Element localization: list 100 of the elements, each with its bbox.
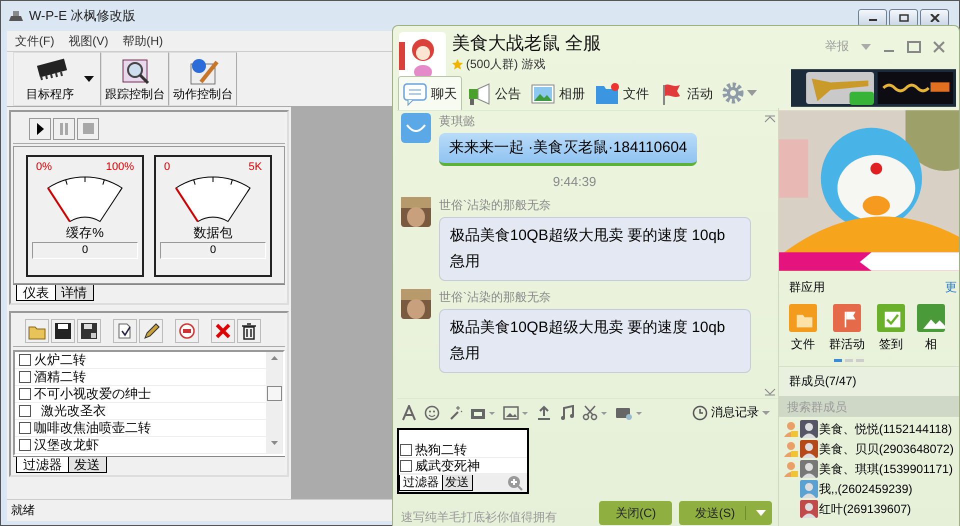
- image-icon[interactable]: [503, 404, 529, 420]
- toolbar-button[interactable]: 跟踪控制台: [101, 52, 169, 106]
- folder-icon[interactable]: [25, 318, 49, 342]
- music-note-icon[interactable]: [559, 404, 575, 420]
- checkbox[interactable]: [19, 388, 31, 400]
- checkbox[interactable]: [19, 422, 31, 434]
- members-header: 群成员(7/47): [779, 366, 959, 396]
- megaphone-icon: [467, 82, 491, 106]
- menu-item[interactable]: 帮助(H): [122, 32, 163, 50]
- app-icon: [7, 9, 25, 23]
- avatar: [800, 500, 818, 518]
- tab[interactable]: 公告: [462, 76, 526, 110]
- avatar: [401, 113, 431, 143]
- toolbar-button[interactable]: 动作控制台: [169, 52, 237, 106]
- scale-label: 100%: [106, 161, 134, 173]
- sender-name: 黄琪懿: [439, 113, 476, 130]
- trash-icon[interactable]: [237, 318, 261, 342]
- send-button[interactable]: 发送(S): [679, 501, 772, 525]
- app-button[interactable]: 签到: [877, 304, 905, 353]
- tab[interactable]: 详情: [54, 285, 94, 301]
- scrollbar[interactable]: [266, 352, 283, 454]
- tab[interactable]: 过滤器: [16, 457, 69, 473]
- gauge-value: 0: [160, 242, 266, 259]
- status-text: 就绪: [11, 502, 35, 519]
- tab[interactable]: 聊天: [398, 76, 462, 110]
- maximize-icon[interactable]: [907, 40, 921, 52]
- scissors-icon[interactable]: [582, 404, 608, 420]
- font-icon[interactable]: [401, 404, 417, 420]
- filter-label: 威武变死神: [415, 456, 480, 474]
- member-item[interactable]: 我,,(2602459239): [779, 479, 918, 499]
- member-item[interactable]: 红叶(269139607): [779, 499, 918, 519]
- gear-icon: [722, 82, 744, 104]
- maximize-icon: [898, 14, 908, 22]
- member-item[interactable]: 美食、悦悦(1152144118): [779, 419, 958, 439]
- checkbox[interactable]: [400, 444, 412, 456]
- filter-label: 汉堡改龙虾: [34, 436, 99, 454]
- scroll-down-icon[interactable]: [764, 388, 776, 396]
- more-link[interactable]: 更: [945, 279, 957, 296]
- sender-name: 世俗`沾染的那般无奈: [439, 197, 552, 214]
- scroll-thumb[interactable]: [267, 386, 282, 401]
- message-bubble: 极品美食10QB超级大甩卖 要的速度 10qb 急用: [439, 217, 751, 281]
- menu-item[interactable]: 文件(F): [15, 32, 54, 50]
- checkbox[interactable]: [19, 354, 31, 366]
- tab[interactable]: 过滤器: [399, 475, 443, 491]
- upload-icon[interactable]: [536, 404, 552, 420]
- avatar: [800, 460, 818, 478]
- menu-item[interactable]: 视图(V): [68, 32, 108, 50]
- close-icon[interactable]: [933, 40, 945, 52]
- app-button[interactable]: 文件: [789, 304, 817, 353]
- avatar: [800, 420, 818, 438]
- close-button[interactable]: 关闭(C): [599, 501, 672, 525]
- app-button[interactable]: 群活动: [829, 304, 865, 353]
- checkbox[interactable]: [19, 439, 31, 451]
- pause-icon: [58, 122, 70, 136]
- checkbox[interactable]: [19, 405, 31, 417]
- member-item[interactable]: 美食、琪琪(1539901171): [779, 459, 959, 479]
- tab[interactable]: 活动: [654, 76, 718, 110]
- stop-icon: [82, 122, 94, 136]
- section-title: 群应用: [789, 279, 825, 296]
- history-button[interactable]: 消息记录: [692, 404, 770, 421]
- checkmark-icon: [877, 304, 905, 332]
- avatar: [800, 480, 818, 498]
- window-title: W-P-E 冰枫修改版: [29, 7, 136, 25]
- close-icon: [930, 14, 940, 22]
- zoom-in-icon[interactable]: [507, 475, 523, 491]
- pencil-icon[interactable]: [139, 318, 163, 342]
- flag-icon: [833, 304, 861, 332]
- app-button[interactable]: 相: [917, 304, 945, 353]
- save-icon[interactable]: [51, 318, 75, 342]
- chat-bubble-icon: [403, 82, 427, 106]
- folder-icon: [789, 304, 817, 332]
- filter-label: 咖啡改焦油喷壶二转: [34, 419, 151, 437]
- sender-name: 世俗`沾染的那般无奈: [439, 289, 552, 306]
- filter-label: 不可小视改爱の绅士: [34, 385, 151, 403]
- folder-icon: [595, 82, 619, 106]
- checkbox[interactable]: [19, 371, 31, 383]
- toolbar-button[interactable]: 目标程序: [13, 52, 101, 106]
- tab[interactable]: 仪表: [16, 285, 56, 301]
- save-icon[interactable]: [77, 318, 101, 342]
- group-info: (500人群) 游戏: [466, 56, 546, 73]
- message-bubble: 来来来一起 ·美食灭老鼠·184110604: [439, 133, 698, 166]
- avatar: [401, 197, 431, 227]
- checkbox[interactable]: [400, 460, 412, 472]
- image-icon: [531, 82, 555, 106]
- tab[interactable]: 发送: [441, 475, 473, 491]
- gauge-label: 缓存%: [66, 224, 104, 242]
- smiley-icon[interactable]: [424, 404, 440, 420]
- filter-label: 热狗二转: [415, 440, 467, 458]
- message-bubble: 极品美食10QB超级大甩卖 要的速度 10qb 急用: [439, 309, 751, 373]
- delete-icon[interactable]: [211, 318, 235, 342]
- avatar: [401, 289, 431, 319]
- tab[interactable]: 发送: [67, 457, 107, 473]
- member-item[interactable]: 美食、贝贝(2903648072): [779, 439, 959, 459]
- star-icon: [452, 59, 463, 70]
- tab[interactable]: 文件: [590, 76, 654, 110]
- filter-label: 火炉二转: [34, 352, 86, 369]
- tab[interactable]: 相册: [526, 76, 590, 110]
- search-field[interactable]: 搜索群成员: [779, 396, 959, 417]
- play-button[interactable]: [29, 118, 51, 140]
- scroll-up-icon[interactable]: [764, 115, 776, 123]
